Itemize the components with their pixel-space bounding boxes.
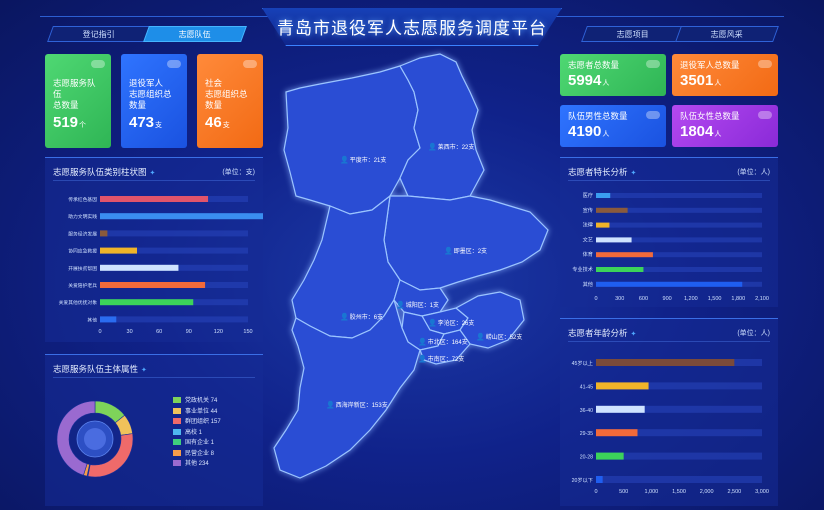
map-district-label[interactable]: 👤市南区：72支 <box>418 354 464 363</box>
map-district-label[interactable]: 👤崂山区：52支 <box>476 332 522 341</box>
map-district-label[interactable]: 👤西海岸新区：153支 <box>326 400 388 409</box>
district-count: 李沧区：26支 <box>437 321 475 327</box>
qingdao-map <box>273 53 549 479</box>
person-pin-icon: 👤 <box>428 320 437 327</box>
person-pin-icon: 👤 <box>428 144 437 151</box>
district-count: 即墨区：2支 <box>453 249 488 255</box>
map-district-label[interactable]: 👤城阳区：1支 <box>396 300 439 309</box>
district-count: 胶州市：6支 <box>349 315 384 321</box>
person-pin-icon: 👤 <box>444 248 453 255</box>
map-district-label[interactable]: 👤市北区：164支 <box>418 337 468 346</box>
map-district-label[interactable]: 👤李沧区：26支 <box>428 318 474 327</box>
map-district-label[interactable]: 👤平度市：21支 <box>340 155 386 164</box>
map-district-label[interactable]: 👤胶州市：6支 <box>340 312 383 321</box>
map-region-jimo[interactable] <box>383 195 549 291</box>
district-count: 城阳区：1支 <box>405 303 440 309</box>
person-pin-icon: 👤 <box>476 334 485 341</box>
person-pin-icon: 👤 <box>326 402 335 409</box>
person-pin-icon: 👤 <box>340 314 349 321</box>
person-pin-icon: 👤 <box>340 157 349 164</box>
district-count: 市南区：72支 <box>427 357 465 363</box>
map-region-pingdu[interactable] <box>283 65 421 215</box>
district-count: 市北区：164支 <box>427 340 468 346</box>
map-district-label[interactable]: 👤即墨区：2支 <box>444 246 487 255</box>
district-count: 平度市：21支 <box>349 158 387 164</box>
person-pin-icon: 👤 <box>418 339 427 346</box>
district-count: 莱西市：22支 <box>437 145 475 151</box>
district-count: 崂山区：52支 <box>485 335 523 341</box>
district-count: 西海岸新区：153支 <box>335 403 388 409</box>
person-pin-icon: 👤 <box>418 356 427 363</box>
map-district-label[interactable]: 👤莱西市：22支 <box>428 142 474 151</box>
person-pin-icon: 👤 <box>396 302 405 309</box>
